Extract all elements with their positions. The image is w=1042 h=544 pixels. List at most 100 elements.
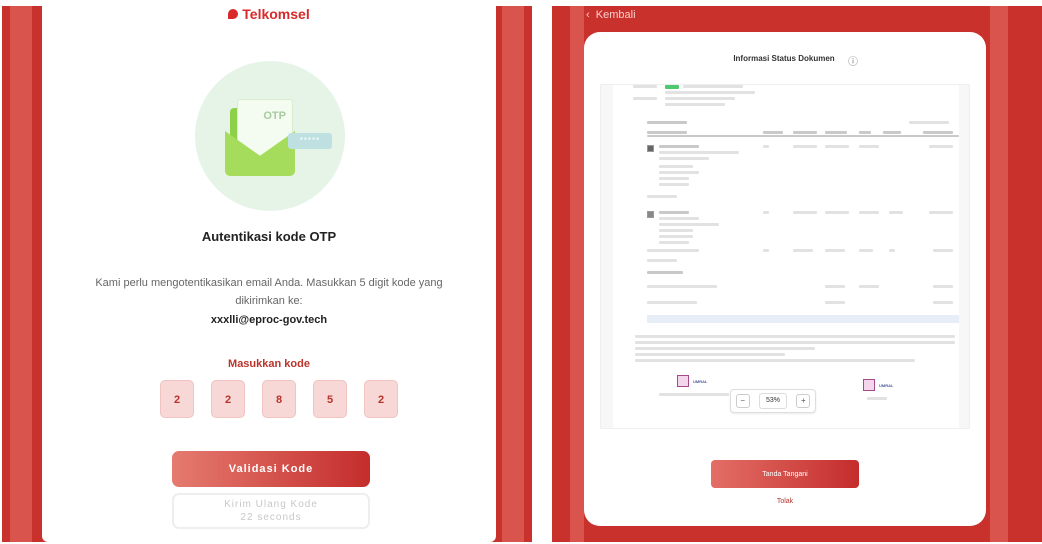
reject-link[interactable]: Tolak (584, 498, 986, 505)
doc-line (659, 235, 693, 238)
doc-line (793, 145, 817, 148)
doc-line (763, 131, 783, 134)
doc-line (659, 157, 709, 160)
doc-line (825, 131, 847, 134)
doc-line (909, 121, 949, 124)
back-link[interactable]: ‹ Kembali (586, 9, 636, 21)
otp-panel: Telkomsel OTP ***** Autentikasi kode OTP… (2, 6, 532, 542)
doc-line (763, 211, 769, 214)
resend-timer: 22 seconds (240, 512, 302, 523)
doc-line (659, 223, 719, 226)
zoom-control: − 53% + (730, 389, 816, 413)
doc-line (659, 151, 739, 154)
otp-digit-input[interactable]: 2 (211, 380, 245, 418)
otp-illustration-label: OTP (263, 110, 286, 122)
back-label: Kembali (595, 9, 636, 21)
doc-line (635, 341, 955, 344)
doc-line (859, 131, 871, 134)
doc-line (659, 241, 689, 244)
doc-line (659, 217, 699, 220)
info-icon[interactable]: ⓘ (848, 53, 858, 68)
decor-stripe (990, 6, 1008, 542)
otp-digit-input[interactable]: 2 (364, 380, 398, 418)
doc-line (923, 131, 953, 134)
telkomsel-logo-icon (228, 9, 239, 19)
doc-line (825, 211, 849, 214)
zoom-level: 53% (758, 393, 787, 409)
doc-line (825, 249, 845, 252)
doc-line (929, 145, 953, 148)
doc-line (825, 285, 845, 288)
otp-digit-input[interactable]: 8 (262, 380, 296, 418)
zoom-out-icon[interactable]: − (735, 394, 750, 408)
zoom-in-icon[interactable]: + (796, 394, 811, 408)
resend-label: Kirim Ulang Kode (224, 499, 318, 510)
status-badge (665, 85, 679, 89)
code-label: Masukkan kode (228, 358, 310, 370)
otp-description: Kami perlu mengotentikasikan email Anda.… (95, 277, 443, 307)
doc-line (763, 249, 769, 252)
otp-digit-input[interactable]: 5 (313, 380, 347, 418)
doc-line (659, 165, 693, 168)
doc-line (883, 131, 901, 134)
doc-line (633, 85, 657, 88)
doc-line (825, 301, 845, 304)
table-header-rule (647, 135, 959, 137)
doc-line (647, 131, 687, 134)
doc-line (933, 249, 953, 252)
password-mask-badge: ***** (288, 133, 332, 149)
product-thumbnail (647, 211, 654, 218)
doc-line (859, 249, 873, 252)
doc-line (889, 211, 903, 214)
otp-input-group: 2 2 8 5 2 (160, 380, 398, 418)
doc-line (647, 271, 683, 274)
decor-stripe (10, 6, 32, 542)
doc-line (647, 301, 697, 304)
doc-line (793, 131, 817, 134)
page-title: Autentikasi kode OTP (201, 229, 337, 244)
validate-code-button[interactable]: Validasi Kode (172, 451, 370, 487)
signatory-name-right: UMRAL (879, 383, 894, 388)
signature-stamp-icon (863, 379, 875, 391)
document-card: Informasi Status Dokumen ⓘ UMRAL UMRAL −… (584, 32, 986, 526)
doc-line (665, 91, 755, 94)
doc-line (859, 145, 879, 148)
doc-line (633, 97, 657, 100)
doc-line (635, 353, 785, 356)
decor-stripe (570, 6, 584, 542)
doc-line (659, 229, 693, 232)
doc-line (859, 285, 879, 288)
doc-line (647, 249, 699, 252)
signature-stamp-icon (677, 375, 689, 387)
target-email: xxxlli@eproc-gov.tech (210, 314, 328, 326)
resend-code-button[interactable]: Kirim Ulang Kode 22 seconds (172, 493, 370, 529)
doc-line (665, 103, 725, 106)
total-row (647, 315, 959, 323)
doc-line (647, 285, 717, 288)
doc-line (793, 249, 813, 252)
doc-line (825, 145, 849, 148)
doc-line (659, 145, 699, 148)
sign-document-button[interactable]: Tanda Tangani (711, 460, 859, 488)
document-page: UMRAL UMRAL (613, 85, 959, 428)
doc-line (659, 183, 689, 186)
doc-line (659, 171, 699, 174)
doc-line (659, 177, 689, 180)
doc-line (665, 97, 735, 100)
doc-line (683, 85, 743, 88)
decor-stripe (502, 6, 524, 542)
doc-line (635, 347, 815, 350)
document-preview[interactable]: UMRAL UMRAL (600, 84, 970, 429)
doc-line (659, 211, 689, 214)
product-thumbnail (647, 145, 654, 152)
doc-line (635, 359, 915, 362)
doc-line (867, 397, 887, 400)
doc-line (933, 285, 953, 288)
doc-line (635, 335, 955, 338)
doc-line (929, 211, 953, 214)
doc-line (859, 211, 879, 214)
doc-line (763, 145, 769, 148)
otp-digit-input[interactable]: 2 (160, 380, 194, 418)
otp-illustration: OTP ***** (195, 61, 345, 211)
chevron-left-icon: ‹ (586, 9, 590, 21)
